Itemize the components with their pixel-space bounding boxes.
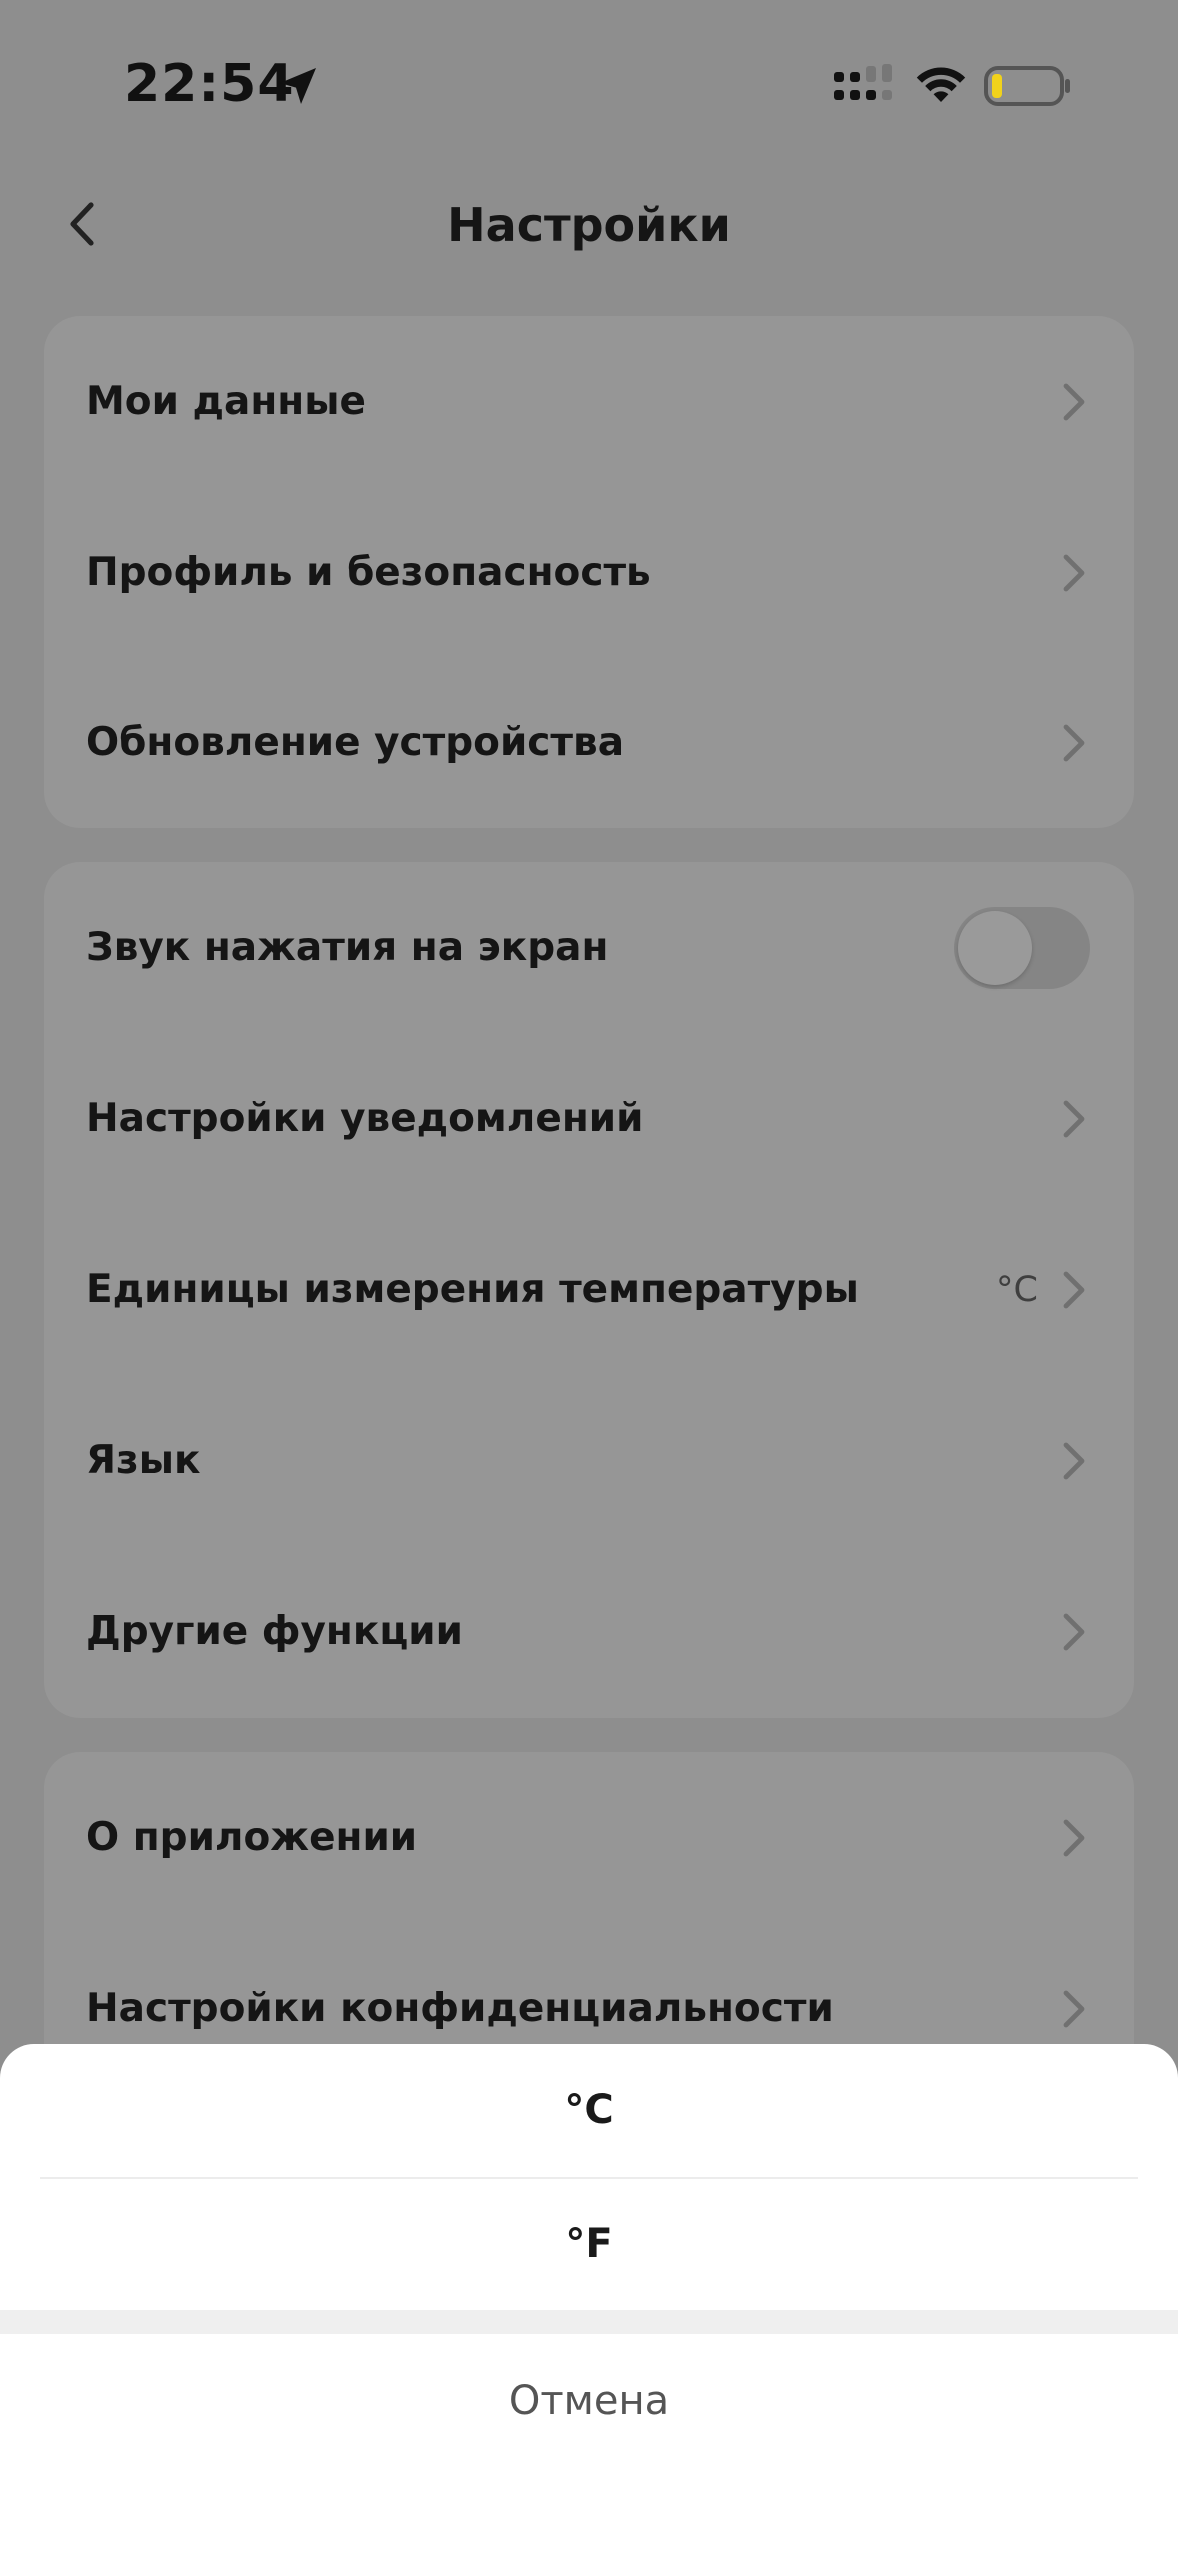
settings-screen: 22:54 Настройки Мои данные Профиль и без… bbox=[0, 0, 1178, 2560]
row-other-functions[interactable]: Другие функции bbox=[44, 1546, 1134, 1717]
row-label: Мои данные bbox=[86, 379, 366, 424]
tap-sound-toggle[interactable] bbox=[954, 906, 1090, 989]
row-label: Настройки уведомлений bbox=[86, 1096, 644, 1141]
row-about-app[interactable]: О приложении bbox=[44, 1752, 1134, 1923]
page-title: Настройки bbox=[447, 198, 731, 252]
chevron-right-icon bbox=[1063, 1442, 1085, 1479]
temperature-unit-value: °C bbox=[996, 1269, 1038, 1310]
settings-group-preferences: Звук нажатия на экран Настройки уведомле… bbox=[44, 862, 1134, 1718]
row-device-update[interactable]: Обновление устройства bbox=[44, 657, 1134, 828]
sheet-separator bbox=[0, 2310, 1178, 2334]
row-language[interactable]: Язык bbox=[44, 1375, 1134, 1546]
row-notification-settings[interactable]: Настройки уведомлений bbox=[44, 1033, 1134, 1204]
wifi-icon bbox=[916, 67, 966, 102]
settings-group-account: Мои данные Профиль и безопасность Обновл… bbox=[44, 316, 1134, 828]
row-label: Обновление устройства bbox=[86, 720, 625, 765]
chevron-right-icon bbox=[1063, 1819, 1085, 1856]
row-profile-security[interactable]: Профиль и безопасность bbox=[44, 487, 1134, 658]
row-label: Звук нажатия на экран bbox=[86, 925, 609, 970]
chevron-right-icon bbox=[1063, 724, 1085, 761]
status-bar: 22:54 bbox=[0, 0, 1178, 180]
row-my-data[interactable]: Мои данные bbox=[44, 316, 1134, 487]
chevron-right-icon bbox=[1063, 383, 1085, 420]
row-temperature-units[interactable]: Единицы измерения температуры °C bbox=[44, 1204, 1134, 1375]
row-label: Язык bbox=[86, 1438, 201, 1483]
option-fahrenheit[interactable]: °F bbox=[0, 2178, 1178, 2310]
battery-icon bbox=[984, 66, 1070, 106]
chevron-right-icon bbox=[1063, 1100, 1085, 1137]
chevron-right-icon bbox=[1063, 1271, 1085, 1308]
row-label: Профиль и безопасность bbox=[86, 550, 651, 595]
option-celsius[interactable]: °C bbox=[0, 2044, 1178, 2176]
chevron-right-icon bbox=[1063, 1613, 1085, 1650]
cancel-button[interactable]: Отмена bbox=[0, 2334, 1178, 2468]
temperature-unit-sheet: °C °F Отмена bbox=[0, 2044, 1178, 2560]
chevron-right-icon bbox=[1063, 1990, 1085, 2027]
status-time: 22:54 bbox=[124, 54, 295, 114]
cellular-signal-icon bbox=[834, 64, 892, 100]
row-label: Единицы измерения температуры bbox=[86, 1267, 859, 1312]
row-label: Другие функции bbox=[86, 1609, 463, 1654]
toggle-knob bbox=[958, 910, 1032, 985]
row-label: Настройки конфиденциальности bbox=[86, 1986, 834, 2031]
chevron-right-icon bbox=[1063, 554, 1085, 591]
row-label: О приложении bbox=[86, 1815, 418, 1860]
row-tap-sound: Звук нажатия на экран bbox=[44, 862, 1134, 1033]
location-arrow-icon bbox=[280, 68, 316, 104]
